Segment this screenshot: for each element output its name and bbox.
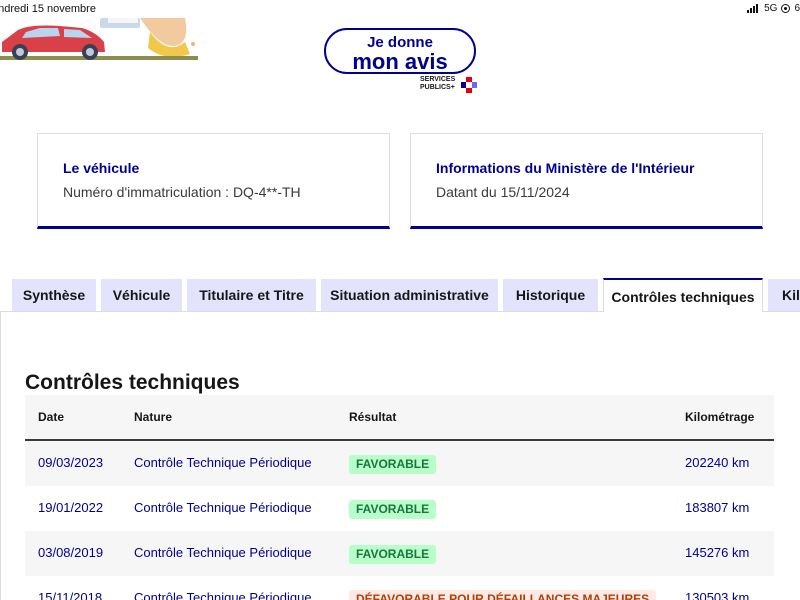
je-donne-mon-avis-button[interactable]: Je donne mon avis <box>324 28 476 74</box>
tab-vehicule[interactable]: Véhicule <box>101 279 182 311</box>
header-result: Résultat <box>349 410 397 424</box>
row-date: 09/03/2023 <box>38 455 104 470</box>
header-nature: Nature <box>134 410 173 424</box>
registration-number: Numéro d'immatriculation : DQ-4**-TH <box>63 184 301 200</box>
row-date: 19/01/2022 <box>38 500 104 515</box>
tab-titulaire-et-titre[interactable]: Titulaire et Titre <box>187 279 316 311</box>
row-nature: Contrôle Technique Périodique <box>134 455 312 470</box>
row-mileage: 183807 km <box>685 500 750 515</box>
orientation-lock-icon <box>781 4 791 13</box>
vehicle-card: Le véhicule Numéro d'immatriculation : D… <box>37 133 390 229</box>
logo-line2: mon avis <box>352 49 448 74</box>
brand-line1: SERVICES <box>420 76 456 83</box>
table-body: 09/03/2023 Contrôle Technique Périodique… <box>25 441 774 600</box>
car-illustration <box>0 18 200 64</box>
table-header: Date Nature Résultat Kilométrage <box>25 395 774 441</box>
row-date: 03/08/2019 <box>38 545 104 560</box>
table-row: 03/08/2019 Contrôle Technique Périodique… <box>25 531 774 576</box>
result-badge: DÉFAVORABLE POUR DÉFAILLANCES MAJEURES <box>349 590 657 600</box>
row-date: 15/11/2018 <box>38 590 103 600</box>
result-badge: FAVORABLE <box>349 455 437 474</box>
header-mileage: Kilométrage <box>685 410 755 424</box>
row-nature: Contrôle Technique Périodique <box>134 545 312 560</box>
status-date: endredi 15 novembre <box>0 3 96 15</box>
battery-label: 6 <box>794 3 800 14</box>
row-mileage: 145276 km <box>685 545 750 560</box>
tab-historique[interactable]: Historique <box>503 279 598 311</box>
row-nature: Contrôle Technique Périodique <box>134 590 312 600</box>
network-label: 5G <box>764 3 778 14</box>
tab-situation-administrative[interactable]: Situation administrative <box>321 279 498 311</box>
row-mileage: 130503 km <box>685 590 750 600</box>
signal-icon <box>747 4 759 13</box>
vehicle-card-title: Le véhicule <box>63 160 140 176</box>
row-nature: Contrôle Technique Périodique <box>134 500 312 515</box>
tab-synthese[interactable]: Synthèse <box>12 279 96 311</box>
ministry-date: Datant du 15/11/2024 <box>436 184 570 200</box>
tab-bar: Synthèse Véhicule Titulaire et Titre Sit… <box>0 278 800 313</box>
section-title: Contrôles techniques <box>25 371 240 394</box>
tab-kilometrage[interactable]: Kilo <box>768 279 800 311</box>
status-bar: endredi 15 novembre 5G 6 <box>0 0 800 20</box>
ministry-card-title: Informations du Ministère de l'Intérieur <box>436 160 695 176</box>
row-mileage: 202240 km <box>685 455 750 470</box>
ministry-card: Informations du Ministère de l'Intérieur… <box>410 133 763 229</box>
services-publics-plus-icon <box>461 77 477 93</box>
controls-table: Date Nature Résultat Kilométrage 09/03/2… <box>25 395 774 600</box>
table-row: 15/11/2018 Contrôle Technique Périodique… <box>25 576 774 600</box>
status-indicators: 5G 6 <box>747 3 800 14</box>
brand-line2: PUBLICS+ <box>420 84 455 91</box>
table-row: 09/03/2023 Contrôle Technique Périodique… <box>25 441 774 486</box>
services-publics-logo: SERVICES PUBLICS+ <box>420 76 455 92</box>
result-badge: FAVORABLE <box>349 545 437 564</box>
result-badge: FAVORABLE <box>349 500 437 519</box>
table-row: 19/01/2022 Contrôle Technique Périodique… <box>25 486 774 531</box>
tab-controles-techniques[interactable]: Contrôles techniques <box>603 278 763 313</box>
header-date: Date <box>38 410 65 424</box>
